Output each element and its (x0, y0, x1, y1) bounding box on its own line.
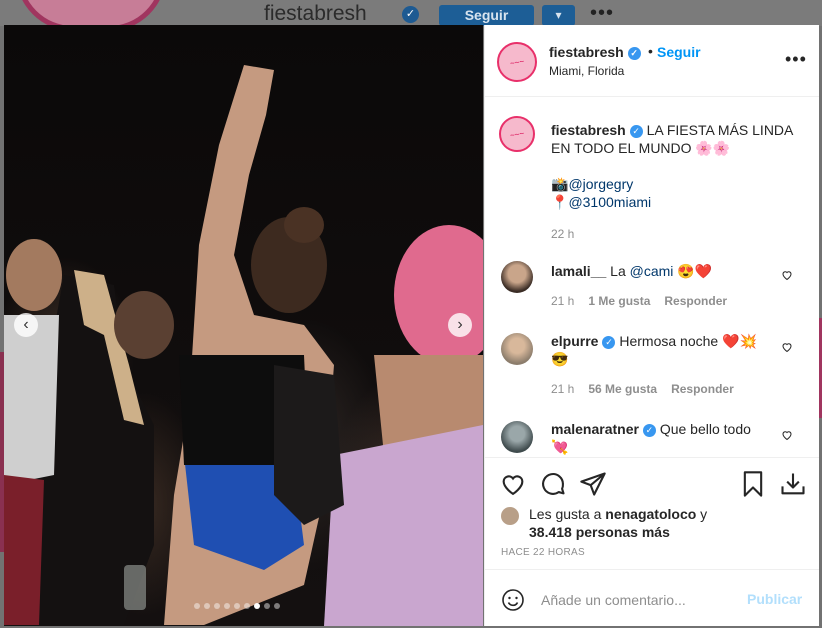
carousel-prev-button[interactable]: ‹ (14, 313, 38, 337)
like-heart-icon[interactable] (499, 470, 527, 498)
mention-link[interactable]: @jorgegry (568, 176, 633, 192)
post-comment-button[interactable]: Publicar (747, 591, 802, 607)
post-side-panel: ~~~ fiestabresh ✓ • Seguir Miami, Florida… (484, 25, 819, 626)
party-photo-image (4, 25, 483, 626)
reply-button[interactable]: Responder (671, 382, 734, 396)
carousel-dot (274, 603, 280, 609)
profile-username-background: fiestabresh (264, 2, 367, 25)
add-comment-bar: Publicar (485, 569, 819, 627)
liker-avatar[interactable] (501, 507, 519, 525)
comment-bubble-icon[interactable] (539, 470, 567, 498)
carousel-dots (194, 603, 280, 609)
comment-item: malenaratner ✓ Que bello todo 💘 (551, 420, 771, 456)
commenter-avatar[interactable] (501, 421, 533, 453)
reply-button[interactable]: Responder (664, 294, 727, 308)
comment-text-suffix: 😍❤️ (673, 263, 713, 279)
likes-count[interactable]: 38.418 personas más (529, 524, 670, 540)
post-location[interactable]: Miami, Florida (549, 64, 624, 78)
comment-input[interactable] (539, 587, 733, 613)
caption-author-avatar[interactable]: ~~~ (499, 116, 535, 152)
carousel-dot (224, 603, 230, 609)
verified-badge-icon: ✓ (629, 124, 643, 138)
liked-by-username[interactable]: nenagatoloco (605, 506, 696, 522)
share-paper-plane-icon[interactable] (579, 470, 607, 498)
post-caption: fiestabresh ✓ LA FIESTA MÁS LINDA EN TODO… (551, 121, 801, 243)
commenter-avatar[interactable] (501, 261, 533, 293)
comment-time[interactable]: 21 h (551, 382, 574, 396)
comments-list[interactable]: ~~~ fiestabresh ✓ LA FIESTA MÁS LINDA EN … (485, 97, 819, 457)
profile-follow-button[interactable]: Seguir (439, 5, 534, 26)
photo-illustration (4, 65, 483, 626)
post-options-button[interactable]: ••• (785, 49, 807, 70)
comment-text-prefix: La (610, 263, 630, 279)
follow-button[interactable]: Seguir (657, 44, 701, 60)
commenter-avatar[interactable] (501, 333, 533, 365)
emoji-smiley-icon[interactable] (501, 588, 525, 612)
download-icon[interactable] (779, 470, 807, 498)
carousel-dot-active (254, 603, 260, 609)
header-separator: • (648, 43, 653, 59)
comment-item: lamali__ La @cami 😍❤️ 21 h 1 Me gusta Resp… (551, 262, 771, 310)
carousel-dot (234, 603, 240, 609)
profile-more-button[interactable]: ••• (590, 2, 614, 25)
verified-badge-icon: ✓ (627, 46, 641, 60)
carousel-dot (214, 603, 220, 609)
carousel-dot (264, 603, 270, 609)
author-avatar[interactable]: ~~~ (497, 42, 537, 82)
camera-emoji-icon: 📸 (551, 176, 569, 192)
brand-logo-icon: ~~~ (509, 128, 525, 140)
caption-time[interactable]: 22 h (551, 225, 801, 243)
like-comment-heart-icon[interactable] (781, 341, 793, 353)
chevron-down-icon[interactable]: ▾ (542, 5, 575, 26)
post-actions: Les gusta a nenagatoloco y 38.418 person… (485, 457, 819, 570)
like-comment-heart-icon[interactable] (781, 429, 793, 441)
mention-link[interactable]: @3100miami (568, 194, 651, 210)
post-time-ago[interactable]: HACE 22 HORAS (501, 547, 585, 558)
carousel-next-button[interactable]: › (448, 313, 472, 337)
carousel-dot (204, 603, 210, 609)
comment-username[interactable]: malenaratner (551, 421, 639, 437)
verified-badge-icon: ✓ (602, 335, 616, 349)
comment-item: elpurre ✓ Hermosa noche ❤️💥😎 21 h 56 Me gu… (551, 332, 771, 398)
carousel-dot (244, 603, 250, 609)
pin-emoji-icon: 📍 (551, 194, 569, 210)
verified-badge-icon: ✓ (402, 6, 419, 23)
post-photo[interactable]: ‹ › (4, 25, 483, 626)
caption-username[interactable]: fiestabresh (551, 122, 626, 138)
comment-likes[interactable]: 1 Me gusta (588, 294, 650, 308)
likes-summary: Les gusta a nenagatoloco y 38.418 person… (529, 505, 799, 541)
author-username-row: fiestabresh ✓ (549, 44, 641, 60)
like-comment-heart-icon[interactable] (781, 269, 793, 281)
likes-prefix: Les gusta a (529, 506, 606, 522)
save-bookmark-icon[interactable] (739, 470, 767, 498)
comment-time[interactable]: 21 h (551, 294, 574, 308)
mention-link[interactable]: @cami (630, 263, 674, 279)
comment-username[interactable]: lamali__ (551, 263, 606, 279)
comment-likes[interactable]: 56 Me gusta (588, 382, 657, 396)
brand-logo-icon: ~~~ (509, 56, 525, 68)
likes-mid: y (696, 506, 708, 522)
post-header: ~~~ fiestabresh ✓ • Seguir Miami, Florida… (485, 25, 819, 97)
verified-badge-icon: ✓ (642, 423, 656, 437)
comment-username[interactable]: elpurre (551, 333, 598, 349)
author-username[interactable]: fiestabresh (549, 44, 624, 60)
carousel-dot (194, 603, 200, 609)
